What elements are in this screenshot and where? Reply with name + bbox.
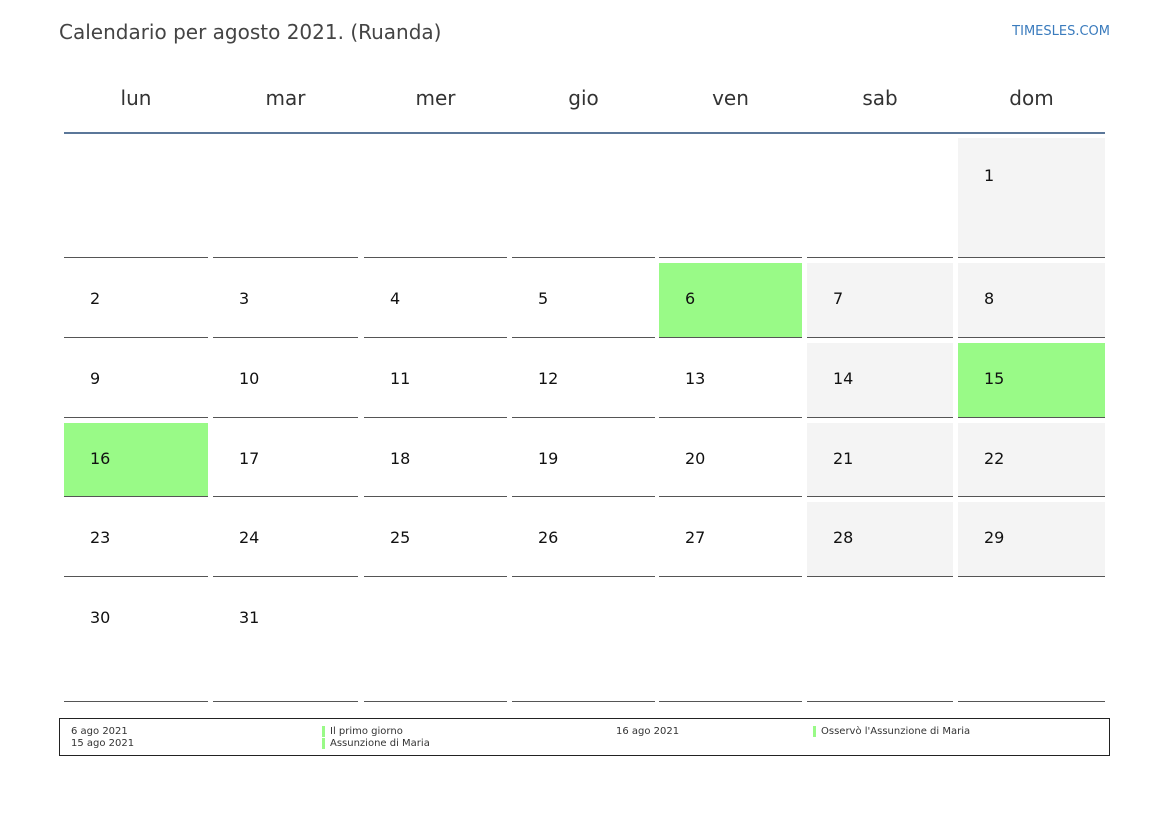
brand-link[interactable]: TIMESLES.COM <box>1012 24 1110 39</box>
day-cell[interactable]: 9 <box>64 343 208 418</box>
day-cell[interactable]: 21 <box>807 423 953 497</box>
legend-date: 15 ago 2021 <box>71 738 135 749</box>
weekday-header: lun mar mer gio ven sab dom <box>64 80 1105 134</box>
day-cell[interactable]: 24 <box>213 502 358 577</box>
legend-date: 6 ago 2021 <box>71 726 128 737</box>
day-cell[interactable]: 5 <box>512 263 655 338</box>
day-number: 31 <box>239 608 260 627</box>
day-cell[interactable]: 31 <box>213 582 358 702</box>
day-number: 11 <box>390 369 411 388</box>
day-number: 5 <box>538 289 549 308</box>
day-number: 24 <box>239 528 260 547</box>
day-cell[interactable]: 12 <box>512 343 655 418</box>
empty-day-cell <box>512 582 655 702</box>
day-number: 21 <box>833 449 854 468</box>
day-cell[interactable]: 30 <box>64 582 208 702</box>
day-number: 12 <box>538 369 559 388</box>
day-number: 14 <box>833 369 854 388</box>
empty-day-cell <box>64 138 208 258</box>
empty-day-cell <box>512 138 655 258</box>
day-cell[interactable]: 13 <box>659 343 802 418</box>
day-cell[interactable]: 19 <box>512 423 655 497</box>
day-number: 20 <box>685 449 706 468</box>
day-number: 8 <box>984 289 995 308</box>
legend-holiday-name: Osservò l'Assunzione di Maria <box>821 726 971 737</box>
day-cell[interactable]: 22 <box>958 423 1105 497</box>
legend-date: 16 ago 2021 <box>616 726 680 737</box>
day-cell[interactable]: 15 <box>958 343 1105 418</box>
day-number: 27 <box>685 528 706 547</box>
weekday-label: dom <box>1009 86 1054 110</box>
day-number: 15 <box>984 369 1005 388</box>
day-number: 23 <box>90 528 111 547</box>
day-number: 3 <box>239 289 250 308</box>
day-cell[interactable]: 8 <box>958 263 1105 338</box>
day-cell[interactable]: 23 <box>64 502 208 577</box>
day-cell[interactable]: 26 <box>512 502 655 577</box>
day-number: 9 <box>90 369 101 388</box>
weekday-label: mer <box>415 86 456 110</box>
day-cell[interactable]: 18 <box>364 423 507 497</box>
legend-color-swatch <box>322 738 325 749</box>
empty-day-cell <box>659 582 802 702</box>
empty-day-cell <box>807 582 953 702</box>
day-cell[interactable]: 11 <box>364 343 507 418</box>
day-cell[interactable]: 6 <box>659 263 802 338</box>
weekday-label: ven <box>712 86 749 110</box>
day-cell[interactable]: 7 <box>807 263 953 338</box>
holiday-legend: 6 ago 2021 15 ago 2021 Il primo giorno A… <box>59 718 1110 756</box>
day-cell[interactable]: 1 <box>958 138 1105 258</box>
weekday-label: lun <box>120 86 152 110</box>
day-cell[interactable]: 2 <box>64 263 208 338</box>
day-number: 1 <box>984 166 995 185</box>
empty-day-cell <box>659 138 802 258</box>
weekday-label: gio <box>568 86 599 110</box>
day-number: 10 <box>239 369 260 388</box>
legend-holiday-name: Il primo giorno <box>330 726 403 737</box>
day-cell[interactable]: 10 <box>213 343 358 418</box>
day-number: 22 <box>984 449 1005 468</box>
empty-day-cell <box>807 138 953 258</box>
day-cell[interactable]: 28 <box>807 502 953 577</box>
day-cell[interactable]: 27 <box>659 502 802 577</box>
legend-color-swatch <box>813 726 816 737</box>
day-cell[interactable]: 4 <box>364 263 507 338</box>
empty-day-cell <box>213 138 358 258</box>
day-number: 7 <box>833 289 844 308</box>
legend-holiday-name: Assunzione di Maria <box>330 738 430 749</box>
page-title: Calendario per agosto 2021. (Ruanda) <box>59 20 442 44</box>
day-cell[interactable]: 20 <box>659 423 802 497</box>
day-cell[interactable]: 17 <box>213 423 358 497</box>
day-number: 19 <box>538 449 559 468</box>
day-number: 18 <box>390 449 411 468</box>
day-number: 13 <box>685 369 706 388</box>
day-cell[interactable]: 25 <box>364 502 507 577</box>
day-number: 26 <box>538 528 559 547</box>
day-number: 2 <box>90 289 101 308</box>
day-cell[interactable]: 29 <box>958 502 1105 577</box>
empty-day-cell <box>364 582 507 702</box>
empty-day-cell <box>364 138 507 258</box>
day-cell[interactable]: 16 <box>64 423 208 497</box>
empty-day-cell <box>958 582 1105 702</box>
day-number: 16 <box>90 449 111 468</box>
day-number: 6 <box>685 289 696 308</box>
day-number: 4 <box>390 289 401 308</box>
day-cell[interactable]: 3 <box>213 263 358 338</box>
day-number: 29 <box>984 528 1005 547</box>
legend-color-swatch <box>322 726 325 737</box>
day-number: 28 <box>833 528 854 547</box>
day-number: 30 <box>90 608 111 627</box>
weekday-label: sab <box>862 86 898 110</box>
day-number: 17 <box>239 449 260 468</box>
day-cell[interactable]: 14 <box>807 343 953 418</box>
weekday-label: mar <box>265 86 306 110</box>
day-number: 25 <box>390 528 411 547</box>
